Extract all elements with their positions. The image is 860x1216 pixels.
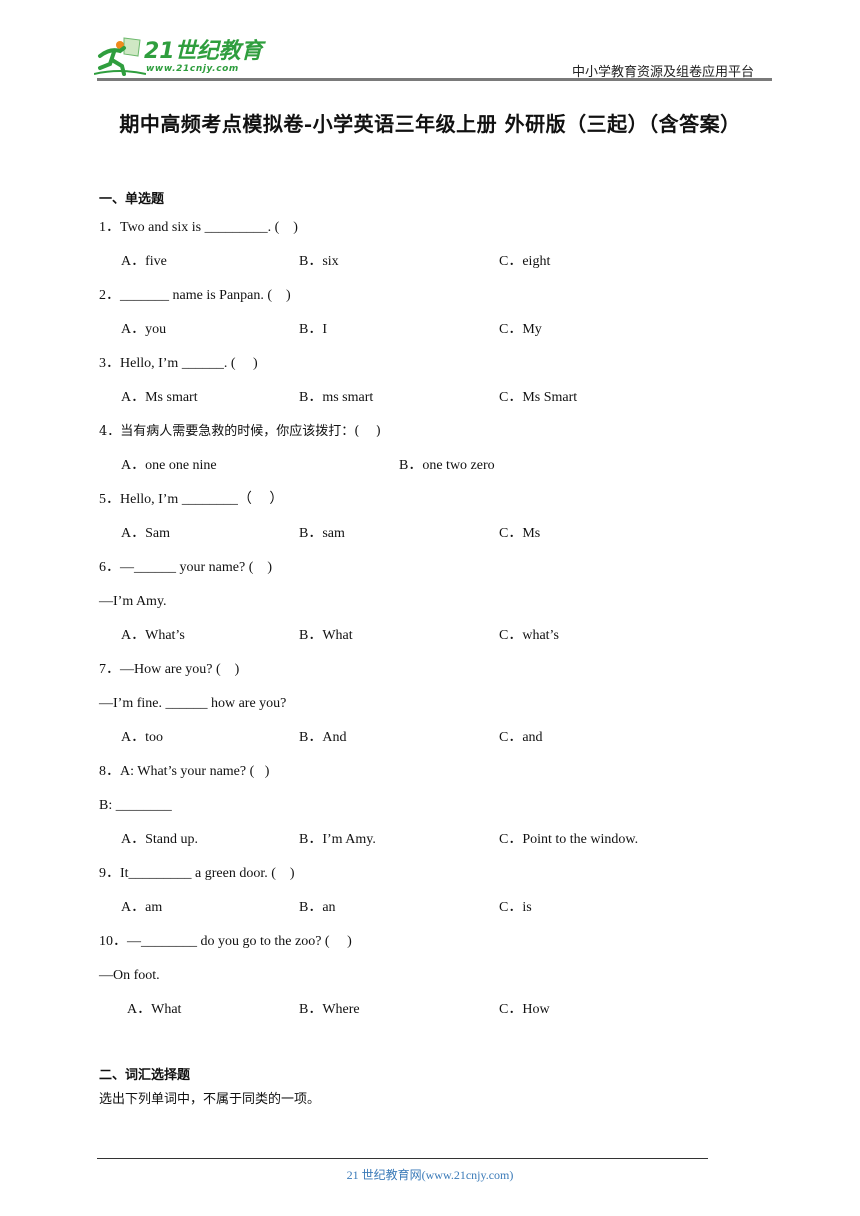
option-b[interactable]: B．I xyxy=(299,318,327,342)
option-b[interactable]: B．And xyxy=(299,726,346,750)
option-row: A．Ms smart B．ms smart C．Ms Smart xyxy=(99,386,739,420)
logo-brand-text: 21世纪教育 xyxy=(144,39,263,64)
option-b[interactable]: B．What xyxy=(299,624,353,648)
option-a[interactable]: A．five xyxy=(121,250,167,274)
site-logo[interactable]: 21世纪教育 www.21cnjy.com xyxy=(94,34,264,78)
option-b[interactable]: B．ms smart xyxy=(299,386,373,410)
option-a[interactable]: A．Stand up. xyxy=(121,828,198,852)
question-stem: 4．当有病人需要急救的时候，你应该拨打：( ) xyxy=(99,424,381,439)
option-row: A．What B．Where C．How xyxy=(99,998,739,1032)
question-stem: 6．—______ your name? ( ) xyxy=(99,560,273,575)
question-4: 4．当有病人需要急救的时候，你应该拨打：( ) A．one one nine B… xyxy=(99,420,739,488)
question-7: 7．—How are you? ( ) —I’m fine. ______ ho… xyxy=(99,658,739,760)
option-c[interactable]: C．eight xyxy=(499,250,550,274)
question-stem: 9．It_________ a green door. ( ) xyxy=(99,866,295,881)
option-row: A．you B．I C．My xyxy=(99,318,739,352)
question-stem: 5．Hello, I’m ________（ ） xyxy=(99,492,284,507)
footer-divider xyxy=(97,1158,708,1159)
option-c[interactable]: C．and xyxy=(499,726,543,750)
question-10: 10．—________ do you go to the zoo? ( ) —… xyxy=(99,930,739,1032)
question-6: 6．—______ your name? ( ) —I’m Amy. A．Wha… xyxy=(99,556,739,658)
option-row: A．am B．an C．is xyxy=(99,896,739,930)
option-c[interactable]: C．How xyxy=(499,998,550,1022)
option-b[interactable]: B．an xyxy=(299,896,336,920)
option-c[interactable]: C．Ms xyxy=(499,522,540,546)
question-stem: 7．—How are you? ( ) xyxy=(99,662,240,677)
question-stem: 3．Hello, I’m ______. ( ) xyxy=(99,356,258,371)
question-stem: 1．Two and six is _________. ( ) xyxy=(99,220,298,235)
question-stem: 2．_______ name is Panpan. ( ) xyxy=(99,288,291,303)
option-a[interactable]: A．What xyxy=(127,998,181,1022)
question-stem: 8．A: What’s your name? ( ) xyxy=(99,764,270,779)
footer-link[interactable]: 21 世纪教育网(www.21cnjy.com) xyxy=(0,1166,860,1183)
option-a[interactable]: A．What’s xyxy=(121,624,185,648)
section-instruction: 选出下列单词中，不属于同类的一项。 xyxy=(99,1092,321,1107)
runner-logo-icon xyxy=(94,37,146,76)
option-a[interactable]: A．one one nine xyxy=(121,454,217,478)
question-5: 5．Hello, I’m ________（ ） A．Sam B．sam C．M… xyxy=(99,488,739,556)
option-a[interactable]: A．you xyxy=(121,318,166,342)
option-a[interactable]: A．Sam xyxy=(121,522,170,546)
question-dialogue: B: ________ xyxy=(99,798,172,813)
option-b[interactable]: B．I’m Amy. xyxy=(299,828,376,852)
option-row: A．five B．six C．eight xyxy=(99,250,739,284)
option-b[interactable]: B．one two zero xyxy=(399,454,495,478)
option-c[interactable]: C．My xyxy=(499,318,542,342)
document-title: 期中高频考点模拟卷-小学英语三年级上册 外研版（三起）（含答案） xyxy=(119,112,741,136)
option-c[interactable]: C．what’s xyxy=(499,624,559,648)
question-3: 3．Hello, I’m ______. ( ) A．Ms smart B．ms… xyxy=(99,352,739,420)
section-title: 二、词汇选择题 xyxy=(99,1068,191,1083)
question-9: 9．It_________ a green door. ( ) A．am B．a… xyxy=(99,862,739,930)
option-c[interactable]: C．Ms Smart xyxy=(499,386,577,410)
option-row: A．one one nine B．one two zero xyxy=(99,454,739,488)
option-b[interactable]: B．sam xyxy=(299,522,345,546)
option-row: A．What’s B．What C．what’s xyxy=(99,624,739,658)
option-b[interactable]: B．Where xyxy=(299,998,360,1022)
document-body: 一、单选题 1．Two and six is _________. ( ) A．… xyxy=(99,188,739,1122)
option-a[interactable]: A．am xyxy=(121,896,162,920)
header-divider xyxy=(97,78,772,81)
question-dialogue: —On foot. xyxy=(99,968,160,983)
option-c[interactable]: C．is xyxy=(499,896,532,920)
question-dialogue: —I’m fine. ______ how are you? xyxy=(99,696,287,711)
option-a[interactable]: A．Ms smart xyxy=(121,386,198,410)
question-stem: 10．—________ do you go to the zoo? ( ) xyxy=(99,934,352,949)
question-2: 2．_______ name is Panpan. ( ) A．you B．I … xyxy=(99,284,739,352)
option-b[interactable]: B．six xyxy=(299,250,339,274)
option-c[interactable]: C．Point to the window. xyxy=(499,828,638,852)
option-row: A．too B．And C．and xyxy=(99,726,739,760)
question-dialogue: —I’m Amy. xyxy=(99,594,167,609)
question-1: 1．Two and six is _________. ( ) A．five B… xyxy=(99,216,739,284)
option-a[interactable]: A．too xyxy=(121,726,163,750)
option-row: A．Stand up. B．I’m Amy. C．Point to the wi… xyxy=(99,828,739,862)
section-title: 一、单选题 xyxy=(99,192,165,207)
option-row: A．Sam B．sam C．Ms xyxy=(99,522,739,556)
logo-url-text: www.21cnjy.com xyxy=(146,64,239,74)
question-8: 8．A: What’s your name? ( ) B: ________ A… xyxy=(99,760,739,862)
